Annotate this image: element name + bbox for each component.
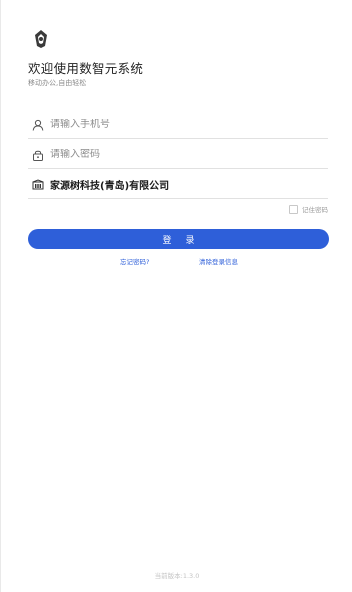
clear-login-info-link[interactable]: 清除登录信息 — [199, 256, 238, 266]
login-screen: 欢迎使用数智元系统 移动办公,自由轻松 请输入手机号 家源树科技(青岛)有限公司… — [0, 0, 352, 592]
company-name: 家源树科技(青岛)有限公司 — [50, 181, 170, 192]
lock-icon — [28, 147, 48, 163]
welcome-subtitle: 移动办公,自由轻松 — [28, 79, 87, 87]
app-logo-icon — [32, 29, 50, 49]
building-icon — [28, 177, 48, 193]
password-input[interactable] — [50, 149, 310, 160]
remember-label: 记住密码 — [302, 206, 328, 214]
forgot-password-link[interactable]: 忘记密码? — [120, 256, 149, 266]
remember-password[interactable]: 记住密码 — [289, 204, 328, 214]
phone-input[interactable] — [50, 119, 310, 130]
phone-field — [28, 111, 328, 139]
login-button[interactable]: 登录 — [28, 229, 329, 249]
password-field — [28, 141, 328, 169]
company-field[interactable]: 家源树科技(青岛)有限公司 — [28, 171, 328, 199]
version-label: 当前版本:1.3.0 — [154, 572, 200, 580]
remember-checkbox[interactable] — [289, 204, 298, 214]
welcome-title: 欢迎使用数智元系统 — [28, 61, 144, 76]
user-icon — [28, 117, 48, 133]
